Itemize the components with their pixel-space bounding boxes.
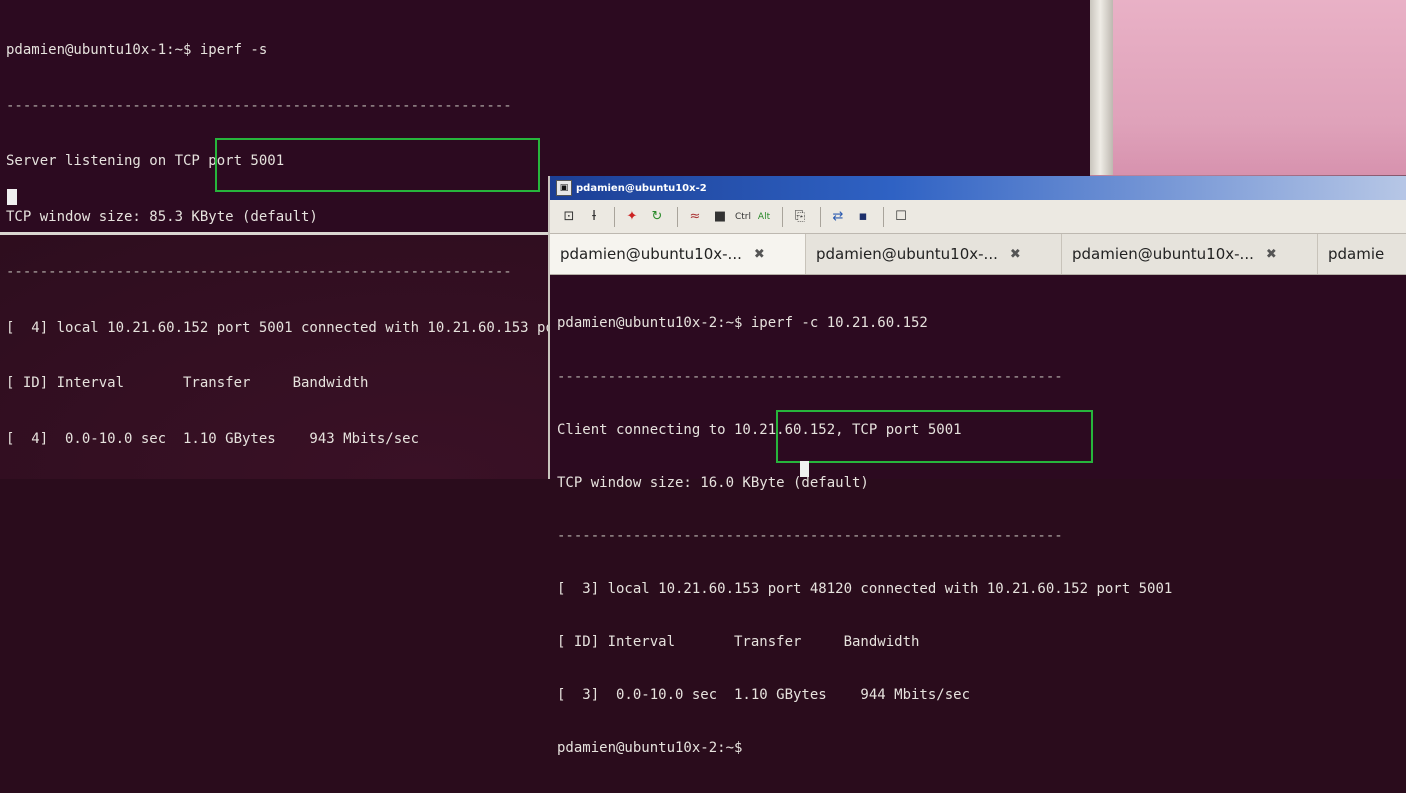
session-tabs: pdamien@ubuntu10x-... ✖ pdamien@ubuntu10…: [550, 234, 1406, 275]
terminal-cursor: [800, 461, 809, 477]
new-session-icon[interactable]: ⊡: [558, 206, 580, 228]
session-tab-2[interactable]: pdamien@ubuntu10x-... ✖: [806, 234, 1062, 274]
text-mode-icon[interactable]: Ɨ: [583, 206, 605, 228]
settings-icon[interactable]: ✦: [621, 206, 643, 228]
terminal-line: pdamien@ubuntu10x-2:~$ iperf -c 10.21.60…: [557, 315, 928, 332]
terminal-toolbar: ⊡ Ɨ ✦ ↻ ≈ ■ Ctrl Alt ⎘ ⇄ ▪ ☐: [550, 200, 1406, 234]
fullscreen-icon[interactable]: ☐: [890, 206, 912, 228]
toolbar-separator: [782, 206, 783, 227]
session-tab-3[interactable]: pdamien@ubuntu10x-... ✖: [1062, 234, 1318, 274]
tab-close-icon[interactable]: ✖: [754, 247, 765, 262]
terminal-line: [ 3] 0.0-10.0 sec 1.10 GBytes 944 Mbits/…: [557, 687, 971, 704]
terminal-line: [ ID] Interval Transfer Bandwidth: [557, 633, 920, 650]
copy-icon[interactable]: ⎘: [789, 206, 811, 228]
reconnect-icon[interactable]: ↻: [646, 206, 668, 228]
transfer-highlight-box: [776, 410, 1093, 463]
terminal-separator: ----------------------------------------…: [557, 368, 1063, 385]
toolbar-separator: [883, 206, 884, 227]
terminal-line: Server listening on TCP port 5001: [6, 153, 285, 169]
save-icon[interactable]: ▪: [852, 206, 874, 228]
ctrl-key-button[interactable]: Ctrl: [734, 206, 752, 228]
terminal-line: [ 3] local 10.21.60.153 port 48120 conne…: [557, 580, 1173, 597]
tab-label: pdamie: [1328, 245, 1385, 263]
terminal-separator: ----------------------------------------…: [557, 527, 1063, 544]
alt-key-button[interactable]: Alt: [755, 206, 773, 228]
tab-close-icon[interactable]: ✖: [1010, 247, 1021, 262]
client-terminal-window[interactable]: ▣ pdamien@ubuntu10x-2 ⊡ Ɨ ✦ ↻ ≈ ■ Ctrl A…: [548, 176, 1406, 756]
window-title: pdamien@ubuntu10x-2: [576, 182, 707, 194]
tab-close-icon[interactable]: ✖: [1266, 247, 1277, 262]
terminal-line: TCP window size: 16.0 KByte (default): [557, 474, 869, 491]
tab-label: pdamien@ubuntu10x-...: [560, 245, 742, 263]
tab-label: pdamien@ubuntu10x-...: [816, 245, 998, 263]
window-titlebar[interactable]: ▣ pdamien@ubuntu10x-2: [550, 176, 1406, 200]
transfer-highlight-box: [215, 138, 540, 192]
window-scrollbar-edge[interactable]: [1090, 0, 1113, 175]
background-window: [1113, 0, 1406, 175]
terminal-line: pdamien@ubuntu10x-1:~$ iperf -s: [6, 42, 268, 58]
script-icon[interactable]: ≈: [684, 206, 706, 228]
terminal-app-icon: ▣: [556, 180, 572, 196]
toolbar-separator: [820, 206, 821, 227]
session-tab-4[interactable]: pdamie: [1318, 234, 1406, 274]
tab-label: pdamien@ubuntu10x-...: [1072, 245, 1254, 263]
terminal-prompt: pdamien@ubuntu10x-2:~$: [557, 740, 743, 757]
terminal-separator: ----------------------------------------…: [6, 97, 512, 114]
toolbar-separator: [614, 206, 615, 227]
transfer-icon[interactable]: ⇄: [827, 206, 849, 228]
toolbar-separator: [677, 206, 678, 227]
session-tab-1[interactable]: pdamien@ubuntu10x-... ✖: [550, 234, 806, 274]
terminal-cursor: [7, 189, 17, 205]
keymap-icon[interactable]: ■: [709, 206, 731, 228]
